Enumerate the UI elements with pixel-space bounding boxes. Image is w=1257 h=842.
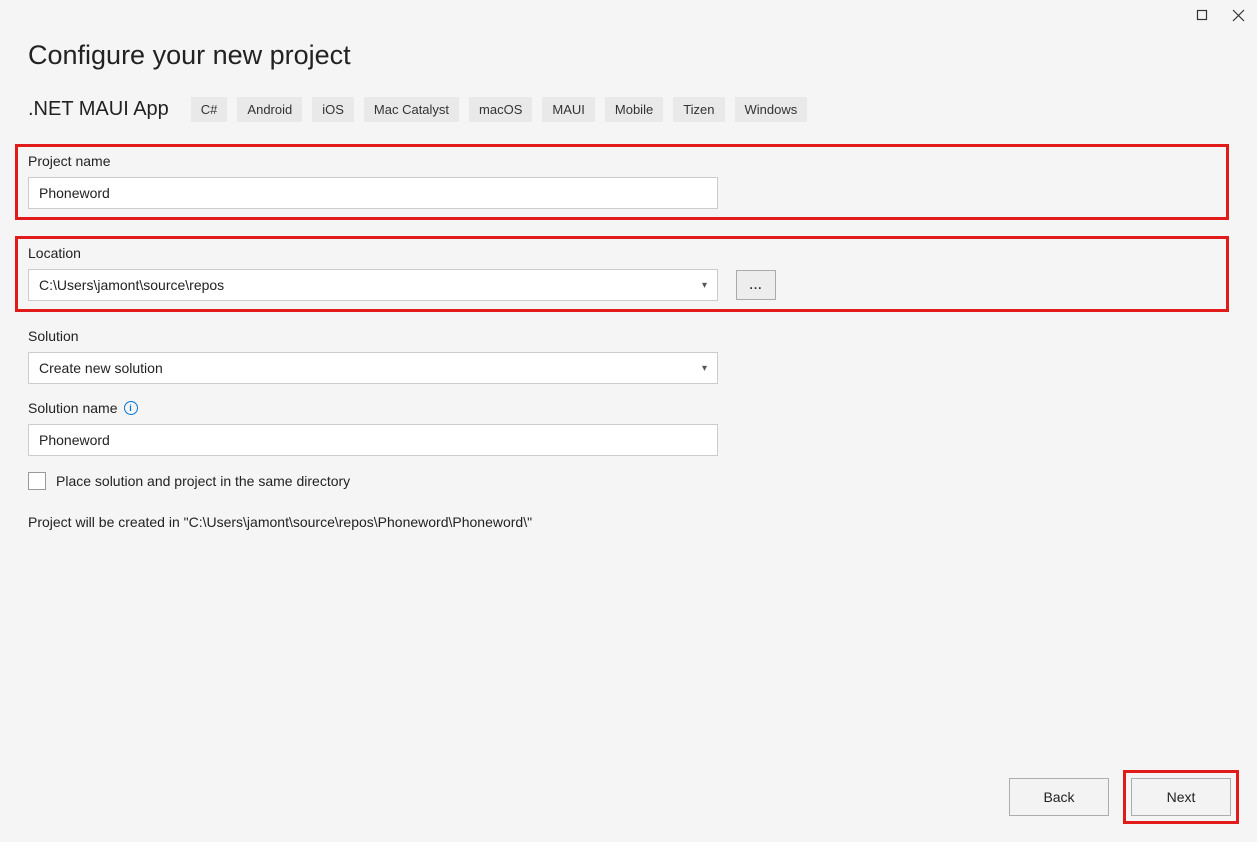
same-directory-label: Place solution and project in the same d… xyxy=(56,473,350,489)
tag: C# xyxy=(191,97,228,122)
same-directory-checkbox[interactable] xyxy=(28,472,46,490)
solution-value: Create new solution xyxy=(39,360,163,376)
next-button[interactable]: Next xyxy=(1131,778,1231,816)
tag: Mobile xyxy=(605,97,663,122)
chevron-down-icon: ▾ xyxy=(702,363,707,374)
browse-location-button[interactable]: ... xyxy=(736,270,776,300)
template-name: .NET MAUI App xyxy=(28,98,169,121)
solution-name-label: Solution name xyxy=(28,400,118,416)
solution-name-group: Solution name i xyxy=(28,400,1229,456)
tag: MAUI xyxy=(542,97,595,122)
template-tags: C# Android iOS Mac Catalyst macOS MAUI M… xyxy=(191,97,807,122)
solution-group: Solution Create new solution ▾ xyxy=(28,328,1229,384)
info-icon[interactable]: i xyxy=(124,401,138,415)
tag: macOS xyxy=(469,97,532,122)
back-button[interactable]: Back xyxy=(1009,778,1109,816)
project-name-label: Project name xyxy=(28,153,110,169)
location-value: C:\Users\jamont\source\repos xyxy=(39,277,224,293)
project-name-input[interactable] xyxy=(28,177,718,209)
project-path-note: Project will be created in "C:\Users\jam… xyxy=(28,514,1229,530)
chevron-down-icon: ▾ xyxy=(702,280,707,291)
maximize-button[interactable] xyxy=(1195,8,1209,22)
tag: iOS xyxy=(312,97,354,122)
tag: Windows xyxy=(735,97,808,122)
tag: Mac Catalyst xyxy=(364,97,459,122)
next-button-highlight: Next xyxy=(1123,770,1239,824)
location-dropdown[interactable]: C:\Users\jamont\source\repos ▾ xyxy=(28,269,718,301)
project-name-group: Project name xyxy=(15,144,1229,220)
solution-name-input[interactable] xyxy=(28,424,718,456)
location-label: Location xyxy=(28,245,81,261)
page-title: Configure your new project xyxy=(28,40,1229,71)
location-group: Location C:\Users\jamont\source\repos ▾ … xyxy=(15,236,1229,312)
solution-label: Solution xyxy=(28,328,79,344)
tag: Android xyxy=(237,97,302,122)
tag: Tizen xyxy=(673,97,724,122)
solution-dropdown[interactable]: Create new solution ▾ xyxy=(28,352,718,384)
close-button[interactable] xyxy=(1231,8,1245,22)
